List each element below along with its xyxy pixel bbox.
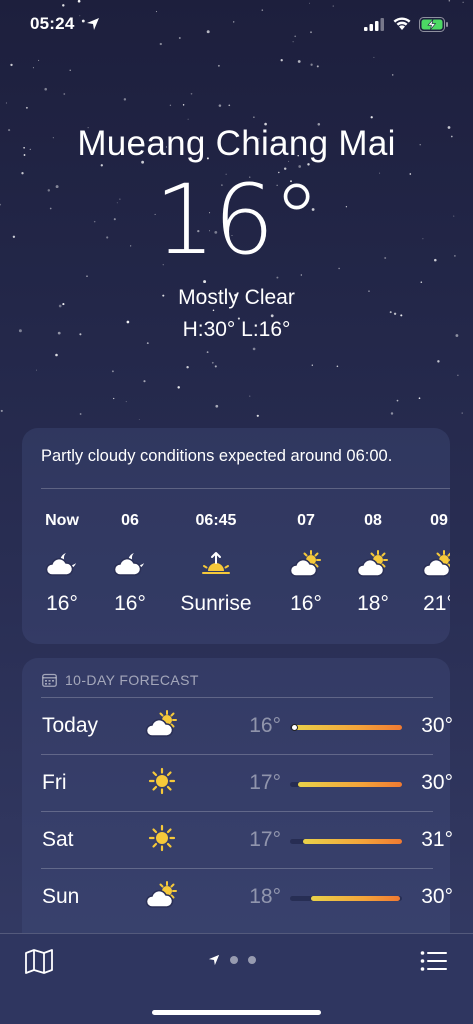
forecast-row-today[interactable]: Today 16° 30° <box>41 697 453 754</box>
location-arrow-icon <box>87 18 99 30</box>
current-temperature: 16° <box>154 164 320 276</box>
partly-cloudy-day-icon <box>145 881 179 914</box>
battery-charging-icon <box>419 17 448 32</box>
hourly-forecast-card[interactable]: Partly cloudy conditions expected around… <box>22 428 450 644</box>
temperature-range-fill <box>303 839 402 844</box>
status-bar: 05:24 <box>0 14 473 38</box>
forecast-low: 18° <box>249 885 281 908</box>
forecast-row-sun[interactable]: Sun 18° 30° <box>41 868 453 925</box>
current-condition: Mostly Clear <box>178 286 295 309</box>
calendar-icon <box>42 673 57 687</box>
hour-time: 06 <box>121 512 139 529</box>
forecast-day: Sun <box>42 885 80 908</box>
temperature-range-bar <box>290 896 402 901</box>
hour-value: 16° <box>114 592 146 615</box>
forecast-high: 31° <box>421 828 453 851</box>
divider <box>41 488 450 489</box>
cellular-signal-icon <box>364 18 384 31</box>
hour-time: 06:45 <box>195 512 237 529</box>
temperature-range-bar <box>290 839 402 844</box>
current-weather-header: Mueang Chiang Mai 16° Mostly Clear H:30°… <box>0 124 473 342</box>
forecast-row-fri[interactable]: Fri 17° 30° <box>41 754 453 811</box>
ten-day-forecast-card[interactable]: 10-DAY FORECAST Today 16° 30° Fri 17° 30… <box>22 658 453 938</box>
temperature-range-bar <box>290 724 402 731</box>
forecast-high: 30° <box>421 885 453 908</box>
hour-item: 09 21° <box>399 512 450 616</box>
temperature-range-bar <box>290 782 402 787</box>
forecast-low: 16° <box>249 714 281 737</box>
partly-cloudy-night-icon <box>90 544 170 584</box>
bottom-toolbar <box>0 933 473 1024</box>
hour-value: 21° <box>423 592 450 615</box>
high-low-temperature: H:30° L:16° <box>182 318 291 341</box>
list-icon[interactable] <box>420 949 448 973</box>
home-indicator[interactable] <box>152 1010 321 1015</box>
status-time: 05:24 <box>30 14 75 33</box>
temperature-range-fill <box>292 725 402 730</box>
partly-cloudy-day-icon <box>145 710 179 743</box>
hourly-scroll[interactable]: Now 16° 06 16° 06:45 Sunrise 07 16° 08 1… <box>22 512 450 632</box>
sunrise-icon <box>176 544 256 584</box>
forecast-title: 10-DAY FORECAST <box>65 672 199 688</box>
forecast-day: Fri <box>42 771 67 794</box>
current-location-page-icon[interactable] <box>208 954 220 966</box>
forecast-header: 10-DAY FORECAST <box>42 672 199 688</box>
hour-time: 09 <box>430 512 448 529</box>
forecast-high: 30° <box>421 714 453 737</box>
page-dot[interactable] <box>230 956 238 964</box>
hour-item: 06:45 Sunrise <box>176 512 256 616</box>
sun-icon <box>145 767 179 800</box>
city-name: Mueang Chiang Mai <box>77 124 396 163</box>
forecast-day: Today <box>42 714 99 737</box>
hour-item: 06 16° <box>90 512 170 616</box>
forecast-row-sat[interactable]: Sat 17° 31° <box>41 811 453 868</box>
temperature-range-fill <box>297 782 402 787</box>
hour-value: Sunrise <box>180 592 252 615</box>
forecast-low: 17° <box>249 828 281 851</box>
map-icon[interactable] <box>24 948 54 974</box>
wifi-icon <box>393 17 411 30</box>
forecast-high: 30° <box>421 771 453 794</box>
temperature-range-fill <box>311 896 400 901</box>
sun-icon <box>145 824 179 857</box>
partly-cloudy-day-icon <box>399 544 450 584</box>
page-indicator[interactable] <box>208 954 256 966</box>
forecast-day: Sat <box>42 828 74 851</box>
page-dot[interactable] <box>248 956 256 964</box>
hourly-summary: Partly cloudy conditions expected around… <box>41 447 393 465</box>
forecast-low: 17° <box>249 771 281 794</box>
